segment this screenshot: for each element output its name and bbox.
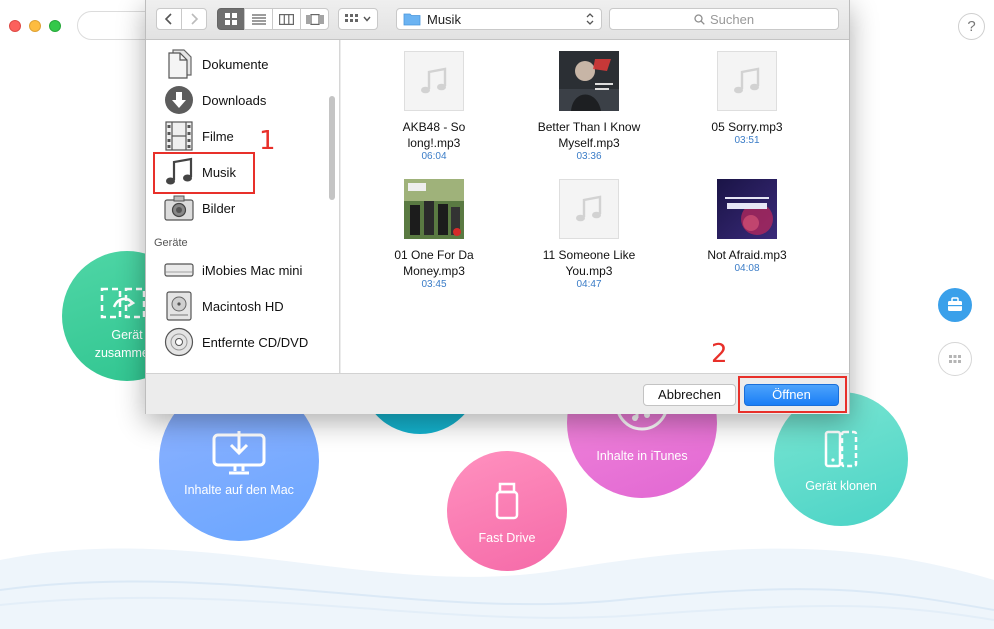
sidebar-item-bilder[interactable]: Bilder	[163, 191, 235, 225]
open-file-dialog: Musik Suchen Dokumente Downloads Filme M…	[145, 0, 850, 414]
disc-icon	[164, 327, 194, 357]
document-icon	[168, 49, 192, 79]
toolbox-button[interactable]	[938, 288, 972, 322]
file-item[interactable]: 05 Sorry.mp3 03:51	[672, 51, 822, 147]
forward-button[interactable]	[181, 8, 207, 30]
more-apps-button[interactable]	[938, 342, 972, 376]
content-to-mac-label: Inhalte auf den Mac	[184, 483, 294, 497]
folder-icon	[403, 13, 421, 26]
sidebar-item-label: Macintosh HD	[202, 298, 284, 314]
file-grid: AKB48 - So long!.mp3 06:04 Better Than I…	[341, 40, 849, 373]
file-item[interactable]: AKB48 - So long!.mp3 06:04	[359, 51, 509, 163]
sidebar-item-macintosh-hd[interactable]: Macintosh HD	[163, 289, 284, 323]
fast-drive-circle[interactable]: Fast Drive	[447, 451, 567, 571]
file-name-line1: Not Afraid.mp3	[707, 248, 787, 262]
file-name-line2: Myself.mp3	[558, 136, 620, 150]
columns-icon	[279, 13, 294, 25]
location-label: Musik	[427, 11, 461, 27]
sidebar-item-label: Entfernte CD/DVD	[202, 334, 309, 350]
search-placeholder: Suchen	[709, 11, 755, 27]
list-view-button[interactable]	[244, 8, 273, 30]
sidebar-item-remote-disc[interactable]: Entfernte CD/DVD	[163, 325, 308, 359]
sidebar-item-filme[interactable]: Filme	[163, 119, 234, 153]
music-file-icon	[404, 51, 464, 111]
file-item[interactable]: 01 One For Da Money.mp3 03:45	[359, 179, 509, 291]
music-file-icon	[717, 51, 777, 111]
file-item[interactable]: Better Than I Know Myself.mp3 03:36	[514, 51, 664, 163]
album-cover-icon	[559, 51, 619, 111]
toolbox-icon	[948, 297, 962, 311]
step-number-1: 1	[259, 126, 276, 156]
arrange-grid-icon	[345, 14, 358, 22]
sidebar-scrollbar[interactable]	[329, 96, 335, 200]
hard-drive-icon	[166, 291, 192, 321]
arrange-menu-button[interactable]	[338, 8, 378, 30]
file-item[interactable]: Not Afraid.mp3 04:08	[672, 179, 822, 275]
chevron-right-icon	[191, 13, 199, 25]
file-name-line1: AKB48 - So	[402, 120, 466, 134]
file-duration: 03:51	[734, 135, 760, 146]
file-name-line2: long!.mp3	[407, 136, 461, 150]
help-button[interactable]: ?	[958, 13, 985, 40]
grid-icon	[949, 355, 961, 363]
file-name-line1: 05 Sorry.mp3	[711, 120, 783, 134]
step-number-2: 2	[711, 339, 728, 369]
open-highlight-box	[738, 376, 847, 413]
download-icon	[165, 86, 193, 114]
list-icon	[251, 13, 266, 25]
dialog-sidebar: Dokumente Downloads Filme Musik Bilder G…	[146, 40, 340, 373]
merge-icon	[100, 287, 146, 319]
chevron-left-icon	[164, 13, 172, 25]
file-duration: 04:08	[734, 263, 760, 274]
sidebar-item-label: iMobies Mac mini	[202, 262, 303, 278]
file-item[interactable]: 11 Someone Like You.mp3 04:47	[514, 179, 664, 291]
file-duration: 04:47	[576, 279, 602, 290]
close-window-button[interactable]	[9, 20, 21, 32]
search-field[interactable]: Suchen	[609, 8, 839, 30]
device-clone-label: Gerät klonen	[805, 479, 877, 493]
location-popup[interactable]: Musik	[396, 8, 602, 30]
sidebar-item-label: Dokumente	[202, 56, 269, 72]
device-clone-icon	[824, 430, 858, 468]
coverflow-view-button[interactable]	[300, 8, 329, 30]
file-duration: 03:45	[421, 279, 447, 290]
mac-mini-icon	[164, 263, 194, 277]
zoom-window-button[interactable]	[49, 20, 61, 32]
sidebar-item-mac-mini[interactable]: iMobies Mac mini	[163, 253, 302, 287]
coverflow-icon	[305, 13, 324, 25]
file-name-line2: Money.mp3	[403, 264, 465, 278]
back-button[interactable]	[156, 8, 182, 30]
camera-icon	[164, 195, 194, 221]
file-name-line1: 11 Someone Like	[542, 248, 636, 262]
computer-download-icon	[212, 431, 266, 475]
cancel-button[interactable]: Abbrechen	[643, 384, 736, 406]
chevron-down-icon	[363, 16, 371, 22]
file-name-line1: Better Than I Know	[537, 120, 641, 134]
sidebar-item-label: Bilder	[202, 200, 236, 216]
sidebar-item-downloads[interactable]: Downloads	[163, 83, 266, 117]
file-name-line1: 01 One For Da	[394, 248, 474, 262]
album-cover-icon	[717, 179, 777, 239]
album-cover-icon	[404, 179, 464, 239]
file-duration: 03:36	[576, 151, 602, 162]
search-icon	[694, 13, 705, 25]
file-duration: 06:04	[421, 151, 447, 162]
musik-highlight-box	[153, 152, 255, 194]
sidebar-item-label: Downloads	[202, 92, 267, 108]
column-view-button[interactable]	[272, 8, 301, 30]
sidebar-item-label: Filme	[202, 128, 234, 144]
fast-drive-label: Fast Drive	[478, 531, 536, 545]
music-file-icon	[559, 179, 619, 239]
minimize-window-button[interactable]	[29, 20, 41, 32]
icon-grid-icon	[225, 13, 237, 25]
devices-header: Geräte	[154, 237, 188, 249]
content-to-itunes-label: Inhalte in iTunes	[596, 449, 688, 463]
dialog-toolbar: Musik Suchen	[146, 0, 849, 40]
film-icon	[165, 121, 193, 151]
usb-drive-icon	[495, 482, 519, 520]
file-name-line2: You.mp3	[565, 264, 613, 278]
icon-view-button[interactable]	[217, 8, 245, 30]
sidebar-item-dokumente[interactable]: Dokumente	[163, 47, 268, 81]
updown-chevron-icon	[586, 13, 594, 25]
